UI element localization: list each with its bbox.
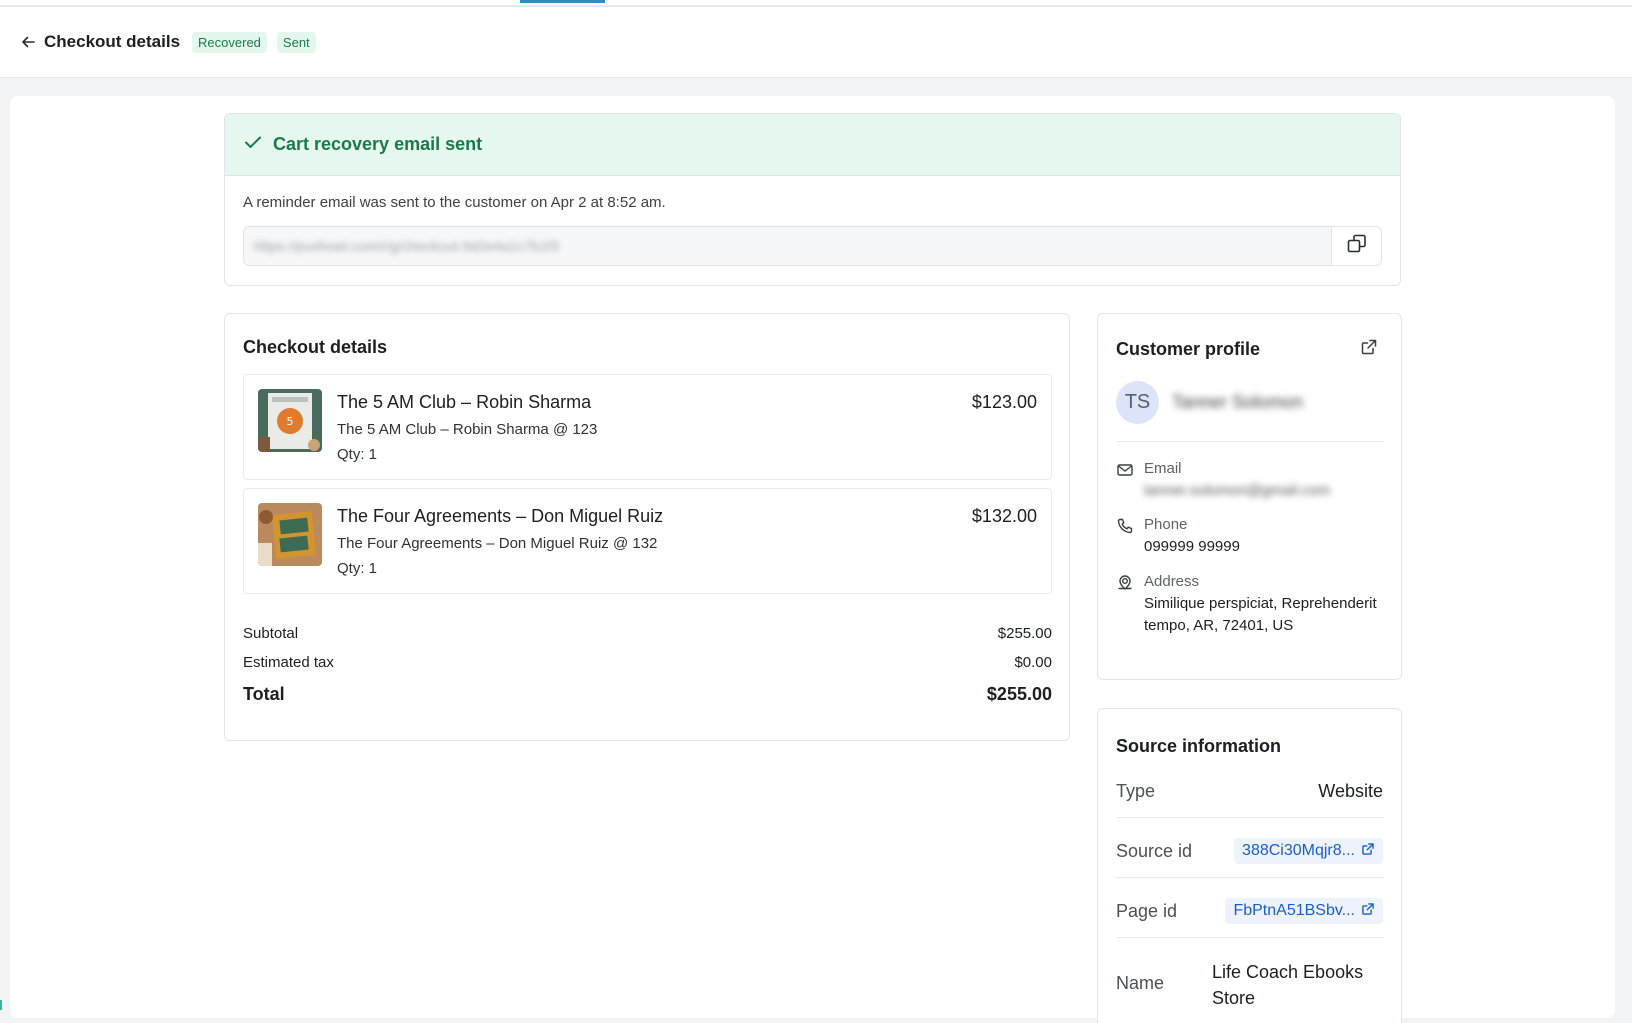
copy-icon bbox=[1346, 233, 1368, 260]
phone-value: 099999 99999 bbox=[1144, 538, 1240, 555]
item-variant: The Four Agreements – Don Miguel Ruiz @ … bbox=[337, 535, 658, 552]
page-title: Checkout details bbox=[44, 32, 181, 51]
check-icon bbox=[243, 132, 263, 157]
line-item: 5 The 5 AM Club – Robin Sharma The 5 AM … bbox=[243, 374, 1052, 480]
subtotal-value: $255.00 bbox=[997, 625, 1052, 642]
external-link-icon bbox=[1355, 842, 1375, 861]
tax-value: $0.00 bbox=[1014, 654, 1052, 671]
type-label: Type bbox=[1116, 781, 1156, 801]
email-value: tanner.solomon@gmail.com bbox=[1144, 482, 1331, 499]
item-name: The 5 AM Club – Robin Sharma bbox=[337, 392, 592, 412]
avatar: TS bbox=[1116, 381, 1159, 424]
item-variant: The 5 AM Club – Robin Sharma @ 123 bbox=[337, 421, 598, 438]
page-header: Checkout details Recovered Sent bbox=[0, 7, 1632, 78]
address-value: Similique perspiciat, Reprehenderit temp… bbox=[1144, 595, 1377, 634]
email-label: Email bbox=[1144, 460, 1182, 477]
book-cover-5am-club: 5 bbox=[258, 389, 322, 452]
total-label: Total bbox=[243, 684, 285, 704]
location-icon bbox=[1116, 574, 1134, 592]
customer-profile-title: Customer profile bbox=[1116, 339, 1261, 359]
copy-link-button[interactable] bbox=[1331, 226, 1382, 266]
phone-icon bbox=[1116, 517, 1134, 535]
source-information-title: Source information bbox=[1116, 736, 1282, 756]
subtotal-label: Subtotal bbox=[243, 625, 299, 642]
recovery-message: A reminder email was sent to the custome… bbox=[243, 194, 666, 211]
item-price: $132.00 bbox=[971, 506, 1037, 526]
item-qty: Qty: 1 bbox=[337, 560, 378, 577]
mail-icon bbox=[1116, 461, 1134, 479]
name-label: Name bbox=[1116, 973, 1165, 993]
source-id-link[interactable]: 388Ci30Mqjr8... bbox=[1234, 838, 1383, 864]
source-id-value: 388Ci30Mqjr8... bbox=[1242, 842, 1355, 859]
type-value: Website bbox=[1318, 781, 1383, 801]
book-cover-four-agreements bbox=[258, 503, 322, 566]
item-price: $123.00 bbox=[971, 392, 1037, 412]
active-tab-indicator bbox=[520, 0, 605, 3]
page-id-label: Page id bbox=[1116, 901, 1178, 921]
external-link-icon bbox=[1355, 902, 1375, 921]
page-id-link[interactable]: FbPtnA51BSbv... bbox=[1225, 898, 1383, 924]
recovery-link-row: https://pushowl.com/r/g/checkout-9d2e4a1… bbox=[243, 226, 1382, 266]
status-badge-recovered: Recovered bbox=[192, 31, 267, 53]
back-arrow-icon[interactable] bbox=[18, 32, 38, 52]
recovery-link-field[interactable]: https://pushowl.com/r/g/checkout-9d2e4a1… bbox=[243, 226, 1331, 266]
source-information-card: Source information Type Website Source i… bbox=[1097, 708, 1402, 1023]
source-id-label: Source id bbox=[1116, 841, 1193, 861]
tax-row: Estimated tax $0.00 bbox=[243, 654, 1052, 671]
item-qty: Qty: 1 bbox=[337, 446, 378, 463]
checkout-details-title: Checkout details bbox=[243, 337, 388, 357]
divider bbox=[1116, 877, 1384, 878]
recovery-banner-header: Cart recovery email sent bbox=[225, 114, 1400, 176]
total-row: Total $255.00 bbox=[243, 684, 1052, 705]
checkout-details-card: Checkout details 5 The 5 AM Club – Robin… bbox=[224, 313, 1070, 741]
total-value: $255.00 bbox=[986, 684, 1052, 704]
recovery-title: Cart recovery email sent bbox=[273, 134, 483, 154]
phone-label: Phone bbox=[1144, 516, 1188, 533]
divider bbox=[1116, 441, 1384, 442]
address-label: Address bbox=[1144, 573, 1200, 590]
recovery-link-text: https://pushowl.com/r/g/checkout-9d2e4a1… bbox=[254, 238, 560, 254]
tax-label: Estimated tax bbox=[243, 654, 334, 671]
recovery-banner: Cart recovery email sent A reminder emai… bbox=[224, 113, 1401, 286]
customer-name: Tanner Solomon bbox=[1172, 392, 1304, 412]
status-badge-sent: Sent bbox=[276, 31, 316, 53]
external-link-icon[interactable] bbox=[1360, 338, 1378, 361]
edge-marker bbox=[0, 1000, 2, 1010]
line-item: The Four Agreements – Don Miguel Ruiz Th… bbox=[243, 488, 1052, 594]
subtotal-row: Subtotal $255.00 bbox=[243, 625, 1052, 642]
top-tab-strip bbox=[0, 0, 1632, 7]
svg-text:5: 5 bbox=[287, 415, 294, 428]
main-content: Cart recovery email sent A reminder emai… bbox=[10, 96, 1615, 1023]
customer-profile-card: Customer profile TS Tanner Solomon Email… bbox=[1097, 313, 1402, 680]
page-id-value: FbPtnA51BSbv... bbox=[1233, 902, 1355, 919]
item-name: The Four Agreements – Don Miguel Ruiz bbox=[337, 506, 664, 526]
divider bbox=[1116, 817, 1384, 818]
divider bbox=[1116, 937, 1384, 938]
name-value: Life Coach Ebooks Store bbox=[1212, 962, 1364, 1008]
